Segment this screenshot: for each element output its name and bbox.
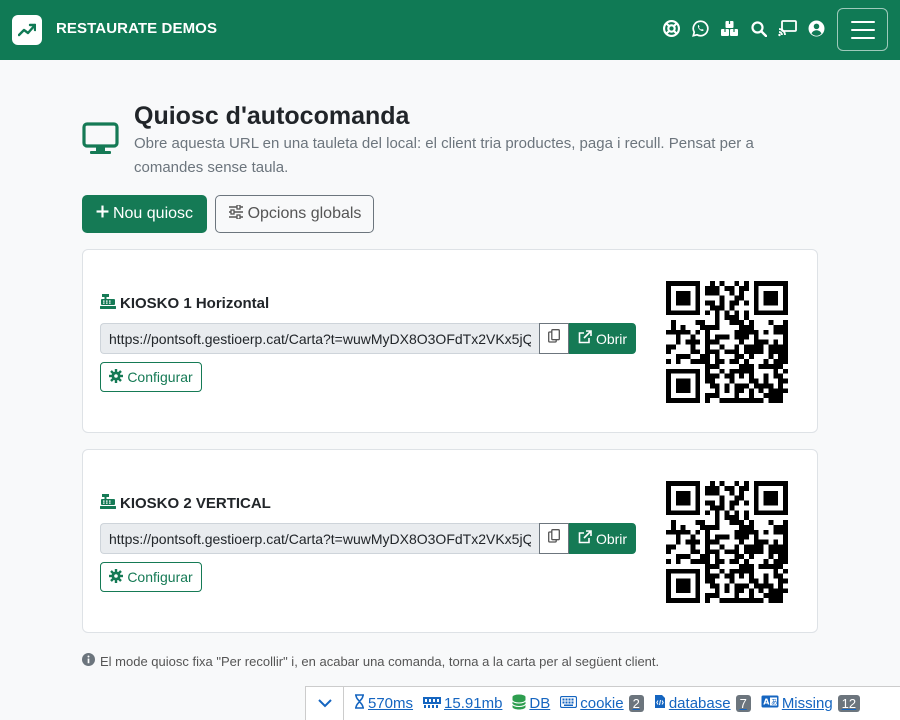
- kiosk-url-group: Obrir: [100, 323, 636, 354]
- debugbar-toggle-button[interactable]: [306, 687, 344, 720]
- lifebuoy-icon[interactable]: [662, 19, 681, 38]
- gear-icon: [109, 568, 124, 586]
- configure-button[interactable]: Configurar: [100, 362, 202, 392]
- keyboard-icon: [560, 695, 578, 712]
- open-label: Obrir: [595, 530, 628, 547]
- open-url-button[interactable]: Obrir: [569, 323, 636, 354]
- debugbar-time[interactable]: 570ms: [354, 694, 413, 713]
- cash-register-icon: [100, 294, 116, 313]
- boxes-icon[interactable]: [720, 19, 739, 38]
- new-kiosk-label: Nou quiosc: [112, 205, 194, 222]
- copy-icon: [548, 529, 560, 548]
- file-code-icon: [654, 694, 666, 713]
- menu-toggle-button[interactable]: [837, 8, 888, 51]
- copy-url-button[interactable]: [539, 523, 569, 554]
- footnote-text: El mode quiosc fixa "Per recollir" i, en…: [100, 653, 660, 669]
- navbar-icon-group: [662, 19, 826, 38]
- configure-label: Configurar: [127, 569, 193, 585]
- cash-register-icon: [100, 494, 116, 513]
- search-icon[interactable]: [749, 19, 768, 38]
- kiosk-url-field[interactable]: [100, 523, 539, 554]
- new-kiosk-button[interactable]: Nou quiosc: [82, 195, 207, 233]
- debugbar-cookie-count: 2: [628, 695, 644, 712]
- configure-button[interactable]: Configurar: [100, 562, 202, 592]
- qr-code: [666, 481, 788, 603]
- open-url-button[interactable]: Obrir: [569, 523, 636, 554]
- cast-icon[interactable]: [778, 19, 797, 38]
- debugbar-memory-value: 15.91mb: [444, 695, 503, 712]
- debugbar-database-label: database: [668, 695, 731, 712]
- debugbar-missing[interactable]: Aあ Missing 12: [761, 695, 861, 712]
- debugbar-db-label: DB: [529, 695, 551, 712]
- configure-label: Configurar: [127, 369, 193, 385]
- kiosk-card: KIOSKO 1 Horizontal Obrir Configurar: [82, 249, 818, 433]
- kiosk-card: KIOSKO 2 VERTICAL Obrir Configurar: [82, 449, 818, 633]
- debugbar-missing-count: 12: [837, 695, 861, 712]
- svg-text:あ: あ: [771, 698, 778, 706]
- debugbar-time-value: 570ms: [368, 695, 414, 712]
- debugbar-database-count: 7: [735, 695, 751, 712]
- menu-icon: [850, 20, 875, 23]
- plus-icon: [96, 205, 109, 223]
- debugbar-db[interactable]: DB: [512, 694, 550, 714]
- copy-icon: [548, 329, 560, 348]
- kiosk-name: KIOSKO 2 VERTICAL: [120, 495, 271, 512]
- external-link-icon: [578, 530, 592, 547]
- sliders-icon: [228, 203, 244, 224]
- whatsapp-icon[interactable]: [691, 19, 710, 38]
- brand-logo-icon[interactable]: [12, 15, 42, 45]
- external-link-icon: [578, 330, 592, 347]
- kiosk-url-field[interactable]: [100, 323, 539, 354]
- global-options-button[interactable]: Opcions globals: [215, 195, 374, 233]
- hourglass-icon: [354, 694, 365, 713]
- debugbar-memory[interactable]: 15.91mb: [423, 695, 502, 712]
- qr-code: [666, 281, 788, 403]
- debugbar-cookie[interactable]: cookie 2: [560, 695, 644, 712]
- translate-icon: Aあ: [761, 695, 779, 712]
- page-description: Obre aquesta URL en una tauleta del loca…: [134, 135, 754, 176]
- chevron-down-icon: [317, 695, 332, 712]
- brand-name[interactable]: RESTAURATE DEMOS: [56, 20, 217, 37]
- kiosk-title: KIOSKO 1 Horizontal: [100, 294, 269, 313]
- database-icon: [512, 694, 527, 714]
- debugbar-database[interactable]: database 7: [654, 694, 751, 713]
- gear-icon: [109, 368, 124, 386]
- global-options-label: Opcions globals: [247, 205, 362, 222]
- top-navbar: RESTAURATE DEMOS: [0, 0, 900, 60]
- kiosk-mode-note: El mode quiosc fixa "Per recollir" i, en…: [82, 653, 659, 669]
- debug-bar: 570ms 15.91mb DB cookie 2 database 7 Aあ …: [305, 686, 900, 720]
- page-title: Quiosc d'autocomanda: [134, 102, 410, 130]
- user-icon[interactable]: [807, 19, 826, 38]
- open-label: Obrir: [595, 330, 628, 347]
- kiosk-name: KIOSKO 1 Horizontal: [120, 295, 270, 312]
- memory-icon: [423, 695, 442, 712]
- svg-text:A: A: [763, 698, 770, 707]
- debugbar-missing-label: Missing: [781, 695, 833, 712]
- info-icon: [82, 653, 95, 669]
- debugbar-cookie-label: cookie: [580, 695, 624, 712]
- copy-url-button[interactable]: [539, 323, 569, 354]
- kiosk-title: KIOSKO 2 VERTICAL: [100, 494, 271, 513]
- monitor-icon: [82, 122, 119, 161]
- kiosk-url-group: Obrir: [100, 523, 636, 554]
